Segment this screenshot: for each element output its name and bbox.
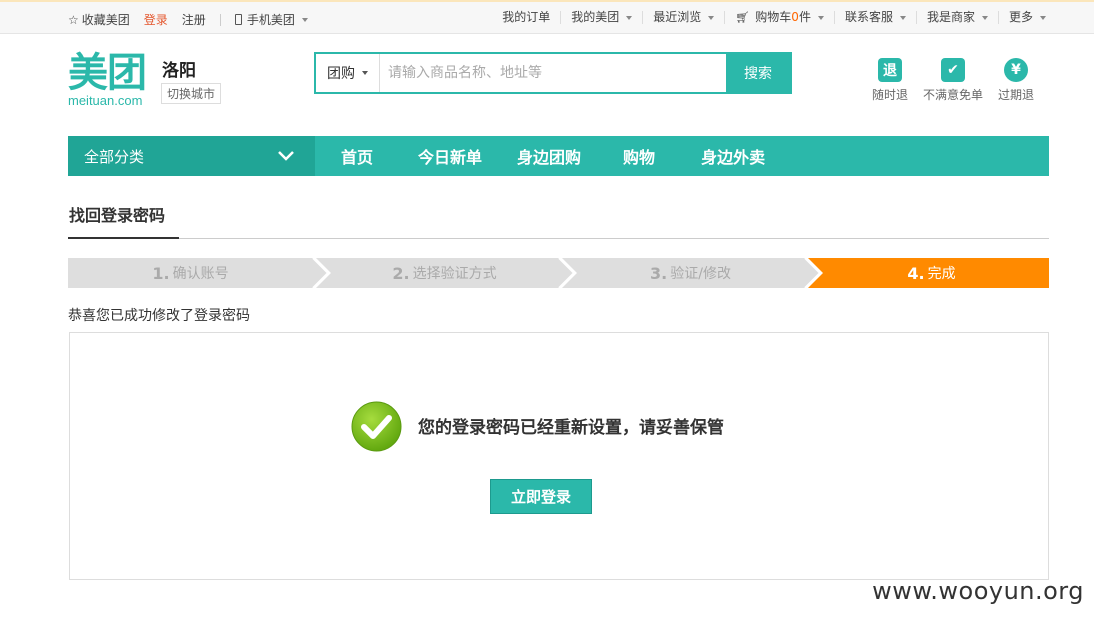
logo-text-cn: 美团 xyxy=(68,50,147,96)
search-category-select[interactable]: 团购 xyxy=(316,54,380,92)
promise-expired-refund[interactable]: ¥ 过期退 xyxy=(998,58,1034,103)
password-reset-text: 您的登录密码已经重新设置，请妥善保管 xyxy=(418,418,724,438)
cart-menu[interactable]: 🛒︎ 购物车 0 件 xyxy=(725,11,835,24)
favorite-link[interactable]: ☆ 收藏美团 xyxy=(68,11,130,28)
step-2: 2. 选择验证方式 xyxy=(392,263,497,283)
service-promises: 退 随时退 ✔ 不满意免单 ¥ 过期退 xyxy=(872,58,1034,103)
more-menu[interactable]: 更多 xyxy=(999,11,1046,24)
search-button[interactable]: 搜索 xyxy=(726,54,790,92)
title-underline xyxy=(68,237,179,239)
customer-service-menu[interactable]: 联系客服 xyxy=(835,11,917,24)
chevron-down-icon xyxy=(1040,15,1046,20)
login-link[interactable]: 登录 xyxy=(144,11,168,28)
nav-nearby-group[interactable]: 身边团购 xyxy=(517,144,581,168)
logo-text-en: meituan.com xyxy=(68,93,143,108)
page-title: 找回登录密码 xyxy=(69,206,166,225)
top-bar-left: ☆ 收藏美团 登录 注册 手机美团 xyxy=(68,11,322,28)
current-city: 洛阳 xyxy=(162,61,196,81)
chevron-down-icon xyxy=(708,15,715,20)
cart-icon: 🛒︎ xyxy=(735,11,750,24)
star-icon: ☆ xyxy=(68,12,79,27)
main-nav: 全部分类 首页 今日新单 身边团购 购物 身边外卖 xyxy=(68,136,1049,176)
chevron-down-icon xyxy=(278,151,294,161)
mobile-meituan-link[interactable]: 手机美团 xyxy=(234,11,308,28)
step-4-active: 4. 完成 xyxy=(907,263,956,283)
promise-anytime-refund[interactable]: 退 随时退 xyxy=(872,58,908,103)
nav-today-new[interactable]: 今日新单 xyxy=(418,144,482,168)
step-1: 1. 确认账号 xyxy=(152,263,229,283)
success-message: 恭喜您已成功修改了登录密码 xyxy=(68,308,250,324)
result-panel: 您的登录密码已经重新设置，请妥善保管 立即登录 xyxy=(69,332,1049,580)
phone-icon xyxy=(234,14,242,25)
step-3: 3. 验证/修改 xyxy=(650,263,731,283)
check-icon: ✔ xyxy=(941,58,966,82)
search-bar: 团购 搜索 xyxy=(314,52,792,94)
my-orders-link[interactable]: 我的订单 xyxy=(492,11,562,24)
top-bar-right: 我的订单 我的美团 最近浏览 🛒︎ 购物车 0 件 联系客服 我是商家 更多 xyxy=(492,11,1046,24)
chevron-down-icon xyxy=(981,15,988,20)
merchant-menu[interactable]: 我是商家 xyxy=(917,11,999,24)
chevron-down-icon xyxy=(362,71,368,75)
progress-steps: 1. 确认账号 2. 选择验证方式 3. 验证/修改 4. 完成 xyxy=(68,258,1049,288)
nav-takeout[interactable]: 身边外卖 xyxy=(701,144,765,168)
chevron-down-icon xyxy=(301,17,308,22)
chevron-down-icon xyxy=(817,15,824,20)
page-title-bar: 找回登录密码 xyxy=(68,198,1049,239)
refund-icon: 退 xyxy=(878,58,902,82)
watermark: www.wooyun.org xyxy=(872,577,1084,605)
top-bar: ☆ 收藏美团 登录 注册 手机美团 我的订单 我的美团 最近浏览 🛒︎ 购物车 0 件… xyxy=(0,0,1094,34)
login-now-button[interactable]: 立即登录 xyxy=(490,479,592,514)
divider xyxy=(219,13,221,26)
nav-home[interactable]: 首页 xyxy=(341,144,373,168)
yen-icon: ¥ xyxy=(1004,58,1029,82)
chevron-down-icon xyxy=(626,15,633,20)
recent-views-menu[interactable]: 最近浏览 xyxy=(643,11,726,24)
meituan-logo[interactable]: 美团 meituan.com xyxy=(68,52,154,108)
chevron-down-icon xyxy=(899,15,906,20)
cart-count: 0 xyxy=(791,10,799,24)
search-input[interactable] xyxy=(380,54,726,92)
my-meituan-menu[interactable]: 我的美团 xyxy=(561,11,644,24)
all-categories-menu[interactable]: 全部分类 xyxy=(68,136,315,176)
success-check-icon xyxy=(351,401,402,452)
register-link[interactable]: 注册 xyxy=(182,11,206,28)
nav-shopping[interactable]: 购物 xyxy=(623,144,655,168)
switch-city-button[interactable]: 切换城市 xyxy=(161,83,222,104)
promise-unsatisfied-free[interactable]: ✔ 不满意免单 xyxy=(923,58,983,103)
nav-links: 首页 今日新单 身边团购 购物 身边外卖 xyxy=(315,144,765,168)
